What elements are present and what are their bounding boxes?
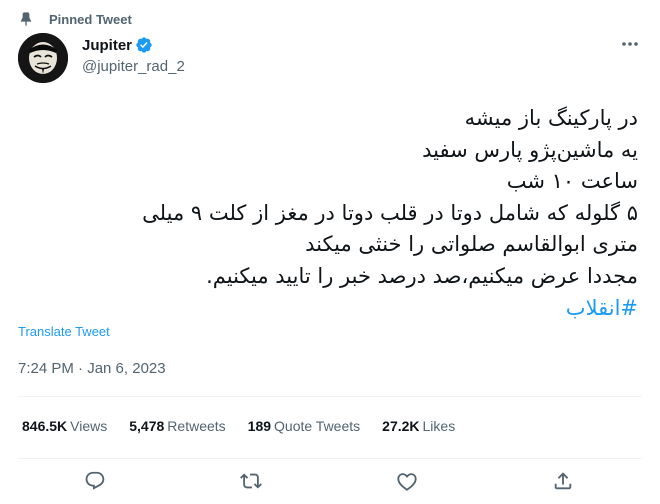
tweet-line: ساعت ۱۰ شب <box>506 169 638 194</box>
retweet-icon <box>240 473 262 489</box>
share-button[interactable] <box>552 470 576 494</box>
divider <box>18 396 642 397</box>
hashtag-link[interactable]: #انقلاب <box>566 296 638 320</box>
divider <box>18 458 642 459</box>
tweet-line: متری ابوالقاسم صلواتی را خنثی میکند <box>305 232 638 257</box>
reply-icon <box>85 471 105 490</box>
tweet-line: مجددا عرض میکنیم،صد درصد خبر را تایید می… <box>206 263 638 288</box>
avatar-image <box>18 33 68 83</box>
pinned-label: Pinned Tweet <box>49 11 132 27</box>
verified-badge-icon <box>136 37 152 53</box>
retweets-label: Retweets <box>167 418 226 434</box>
retweets-count: 5,478 <box>129 418 165 434</box>
reply-button[interactable] <box>84 470 108 494</box>
retweet-button[interactable] <box>240 470 264 494</box>
likes-count: 27.2K <box>382 418 420 434</box>
tweet-line: در پارکینگ باز میشه <box>464 106 638 130</box>
tweet-actions <box>0 468 660 496</box>
tweet-line: ۵ گلوله که شامل دوتا در قلب دوتا در مغز … <box>142 200 638 225</box>
author-handle[interactable]: @jupiter_rad_2 <box>82 58 185 75</box>
tweet-line: یه ماشین‌پژو پارس سفید <box>422 137 638 162</box>
tweet-stats: 846.5K Views 5,478 Retweets 189 Quote Tweet… <box>22 418 477 434</box>
likes-stat[interactable]: 27.2K Likes <box>382 418 455 434</box>
views-label: Views <box>70 418 108 434</box>
author-name[interactable]: Jupiter <box>82 37 132 54</box>
tweet-timestamp[interactable]: 7:24 PM · Jan 6, 2023 <box>18 360 166 377</box>
like-button[interactable] <box>396 470 420 494</box>
translate-tweet-link[interactable]: Translate Tweet <box>18 324 110 339</box>
views-count: 846.5K <box>22 418 68 434</box>
quote-tweets-count: 189 <box>247 418 272 434</box>
like-icon <box>397 473 417 491</box>
tweet-author[interactable]: Jupiter @jupiter_rad_2 <box>82 34 185 76</box>
share-icon <box>554 472 572 490</box>
avatar[interactable] <box>18 33 68 83</box>
views-stat: 846.5K Views <box>22 418 107 434</box>
retweets-stat[interactable]: 5,478 Retweets <box>129 418 225 434</box>
quote-tweets-stat[interactable]: 189 Quote Tweets <box>248 418 361 434</box>
more-options-icon[interactable] <box>620 36 640 52</box>
pinned-indicator: Pinned Tweet <box>18 10 132 28</box>
quote-tweets-label: Quote Tweets <box>274 418 361 434</box>
pin-icon <box>20 12 32 27</box>
tweet-text: در پارکینگ باز میشه یه ماشین‌پژو پارس سف… <box>18 103 638 324</box>
likes-label: Likes <box>422 418 456 434</box>
